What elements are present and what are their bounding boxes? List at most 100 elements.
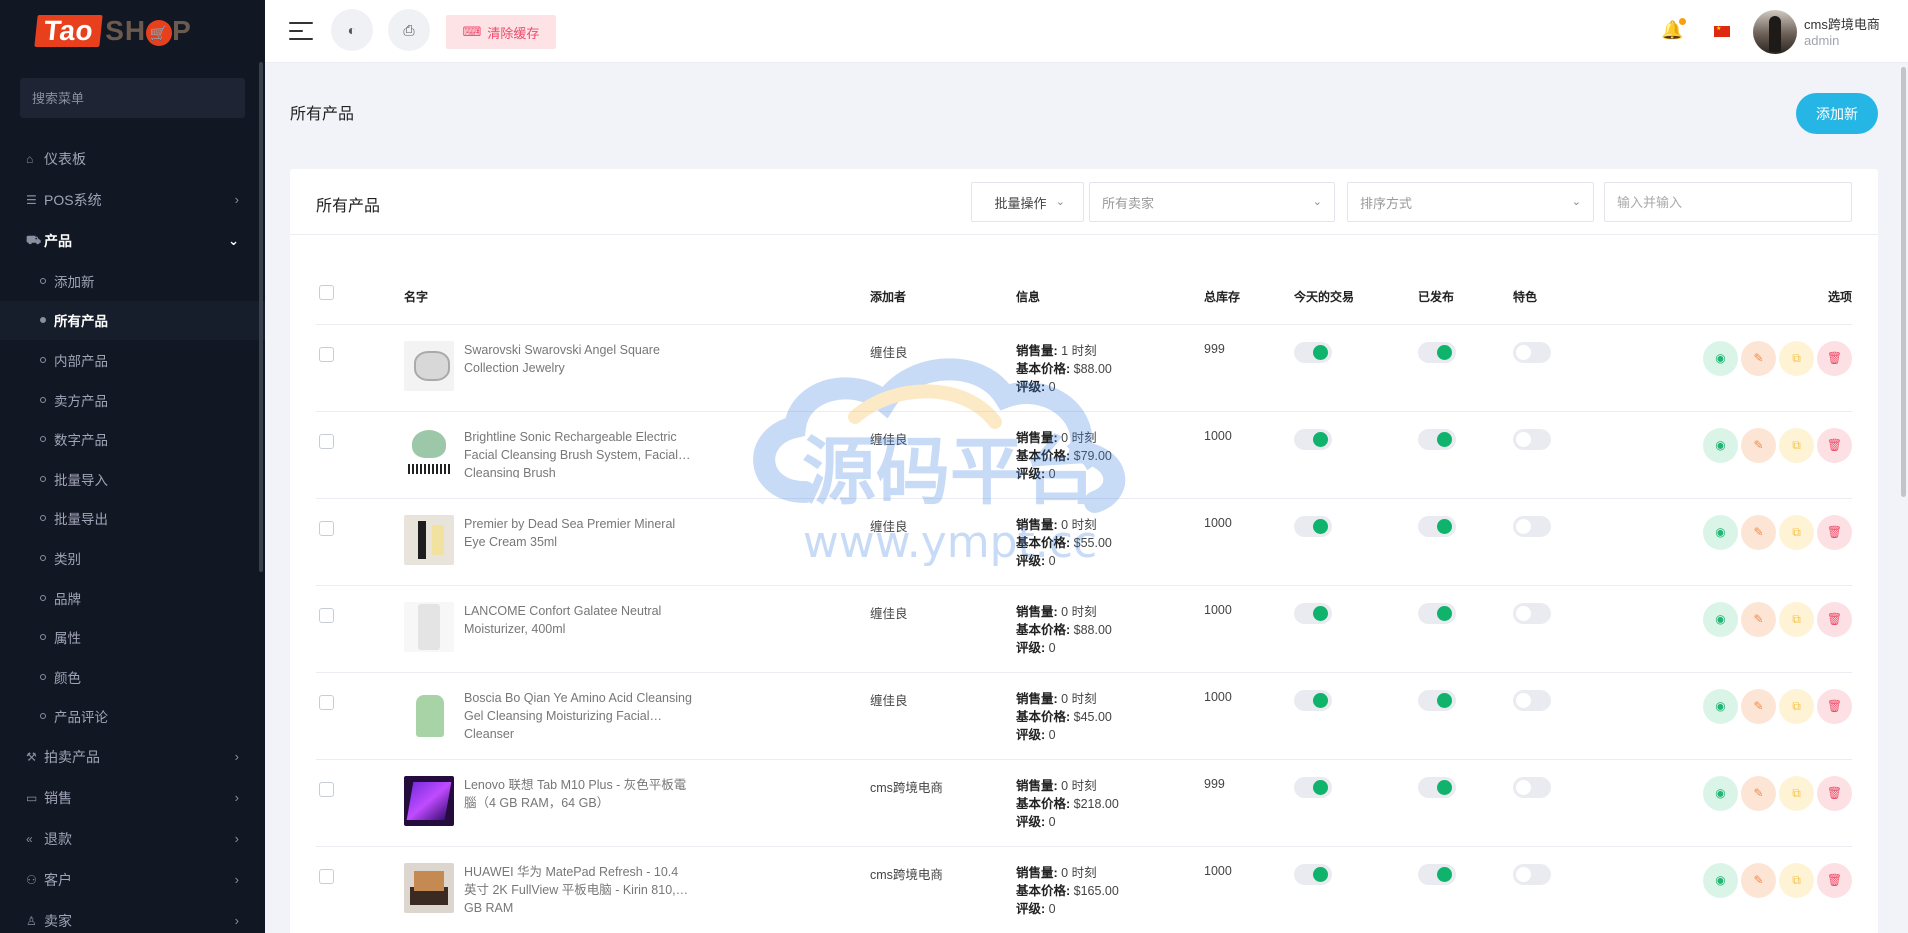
sidebar-subitem-bulk-export[interactable]: 批量导出 (0, 499, 265, 539)
product-name[interactable]: HUAWEI 华为 MatePad Refresh - 10.4 英寸 2K F… (464, 863, 694, 913)
duplicate-button[interactable]: ⧉ (1779, 514, 1814, 550)
row-checkbox[interactable] (319, 520, 334, 536)
todays-deal-toggle[interactable] (1294, 776, 1332, 798)
featured-toggle[interactable] (1513, 776, 1551, 798)
sidebar-item-products[interactable]: ⛟ 产品 ⌄ (0, 220, 265, 261)
edit-button[interactable]: ✎ (1741, 775, 1776, 811)
view-button[interactable]: ◉ (1703, 514, 1738, 550)
row-checkbox[interactable] (319, 433, 334, 449)
published-toggle[interactable] (1418, 602, 1456, 624)
delete-button[interactable]: 🗑 (1817, 514, 1852, 550)
delete-button[interactable]: 🗑 (1817, 862, 1852, 898)
row-checkbox[interactable] (319, 781, 334, 797)
view-button[interactable]: ◉ (1703, 862, 1738, 898)
featured-toggle[interactable] (1513, 515, 1551, 537)
duplicate-button[interactable]: ⧉ (1779, 775, 1814, 811)
sidebar-subitem-all-products[interactable]: 所有产品 (0, 300, 265, 341)
sidebar-scrollbar[interactable] (259, 62, 263, 572)
add-new-button[interactable]: 添加新 (1796, 93, 1878, 134)
row-checkbox[interactable] (319, 868, 334, 884)
edit-button[interactable]: ✎ (1741, 862, 1776, 898)
published-toggle[interactable] (1418, 776, 1456, 798)
featured-toggle[interactable] (1513, 428, 1551, 450)
product-name[interactable]: LANCOME Confort Galatee Neutral Moisturi… (464, 602, 694, 652)
edit-button[interactable]: ✎ (1741, 340, 1776, 376)
product-name[interactable]: Boscia Bo Qian Ye Amino Acid Cleansing G… (464, 689, 694, 739)
sidebar-subitem-seller-products[interactable]: 卖方产品 (0, 380, 265, 420)
featured-toggle[interactable] (1513, 689, 1551, 711)
select-all-checkbox[interactable] (319, 285, 334, 301)
sidebar-item-refunds[interactable]: « 退款 › (0, 818, 265, 859)
duplicate-button[interactable]: ⧉ (1779, 601, 1814, 637)
view-button[interactable]: ◉ (1703, 775, 1738, 811)
sidebar-item-dashboard[interactable]: ⌂ 仪表板 (0, 138, 265, 179)
row-checkbox[interactable] (319, 694, 334, 710)
sidebar-item-auction[interactable]: ⚒ 拍卖产品 › (0, 736, 265, 777)
sidebar-subitem-add-new[interactable]: 添加新 (0, 261, 265, 301)
edit-button[interactable]: ✎ (1741, 427, 1776, 463)
published-toggle[interactable] (1418, 428, 1456, 450)
sidebar-subitem-category[interactable]: 类别 (0, 538, 265, 578)
logo[interactable]: Tao SH 🛒 P (0, 0, 265, 62)
sidebar-subitem-colors[interactable]: 颜色 (0, 657, 265, 697)
product-name[interactable]: Swarovski Swarovski Angel Square Collect… (464, 341, 694, 391)
bulk-action-dropdown[interactable]: 批量操作 ⌄ (971, 182, 1084, 222)
duplicate-button[interactable]: ⧉ (1779, 862, 1814, 898)
seller-select[interactable]: 所有卖家 ⌄ (1089, 182, 1335, 222)
todays-deal-toggle[interactable] (1294, 602, 1332, 624)
sidebar-subitem-attribute[interactable]: 属性 (0, 617, 265, 657)
delete-button[interactable]: 🗑 (1817, 775, 1852, 811)
hamburger-menu-icon[interactable] (289, 22, 313, 42)
delete-button[interactable]: 🗑 (1817, 340, 1852, 376)
featured-toggle[interactable] (1513, 602, 1551, 624)
col-featured[interactable]: 特色 (1513, 269, 1613, 325)
sidebar-subitem-digital[interactable]: 数字产品 (0, 419, 265, 459)
sidebar-subitem-brand[interactable]: 品牌 (0, 578, 265, 618)
duplicate-button[interactable]: ⧉ (1779, 340, 1814, 376)
edit-button[interactable]: ✎ (1741, 601, 1776, 637)
duplicate-button[interactable]: ⧉ (1779, 688, 1814, 724)
featured-toggle[interactable] (1513, 863, 1551, 885)
product-name[interactable]: Premier by Dead Sea Premier Mineral Eye … (464, 515, 694, 565)
col-added-by[interactable]: 添加者 (870, 269, 1016, 325)
todays-deal-toggle[interactable] (1294, 863, 1332, 885)
edit-button[interactable]: ✎ (1741, 688, 1776, 724)
scrollbar-thumb[interactable] (1901, 67, 1906, 497)
published-toggle[interactable] (1418, 863, 1456, 885)
sidebar-subitem-bulk-import[interactable]: 批量导入 (0, 459, 265, 499)
todays-deal-toggle[interactable] (1294, 428, 1332, 450)
globe-button[interactable]: ◐ (331, 9, 373, 51)
published-toggle[interactable] (1418, 689, 1456, 711)
col-total-stock[interactable]: 总库存 (1204, 269, 1294, 325)
col-todays-deal[interactable]: 今天的交易 (1294, 269, 1418, 325)
page-scrollbar[interactable] (1898, 63, 1908, 933)
delete-button[interactable]: 🗑 (1817, 688, 1852, 724)
user-name[interactable]: cms跨境电商 (1804, 14, 1880, 33)
sidebar-item-customers[interactable]: ⚇ 客户 › (0, 859, 265, 900)
product-search-input[interactable] (1617, 194, 1839, 210)
col-name[interactable]: 名字 (404, 269, 870, 325)
sidebar-subitem-reviews[interactable]: 产品评论 (0, 697, 265, 737)
view-button[interactable]: ◉ (1703, 688, 1738, 724)
delete-button[interactable]: 🗑 (1817, 427, 1852, 463)
row-checkbox[interactable] (319, 346, 334, 362)
china-flag-icon[interactable] (1714, 26, 1730, 37)
todays-deal-toggle[interactable] (1294, 341, 1332, 363)
delete-button[interactable]: 🗑 (1817, 601, 1852, 637)
todays-deal-toggle[interactable] (1294, 515, 1332, 537)
col-published[interactable]: 已发布 (1418, 269, 1513, 325)
edit-button[interactable]: ✎ (1741, 514, 1776, 550)
row-checkbox[interactable] (319, 607, 334, 623)
menu-search-input[interactable] (32, 90, 245, 106)
sidebar-item-sellers[interactable]: ♙ 卖家 › (0, 900, 265, 933)
published-toggle[interactable] (1418, 341, 1456, 363)
print-button[interactable]: ⎙ (388, 9, 430, 51)
sidebar-item-sales[interactable]: ▭ 销售 › (0, 777, 265, 818)
sidebar-item-pos[interactable]: ☰ POS系统 › (0, 179, 265, 220)
view-button[interactable]: ◉ (1703, 340, 1738, 376)
avatar[interactable] (1753, 10, 1797, 54)
view-button[interactable]: ◉ (1703, 601, 1738, 637)
duplicate-button[interactable]: ⧉ (1779, 427, 1814, 463)
col-info[interactable]: 信息 (1016, 269, 1204, 325)
view-button[interactable]: ◉ (1703, 427, 1738, 463)
